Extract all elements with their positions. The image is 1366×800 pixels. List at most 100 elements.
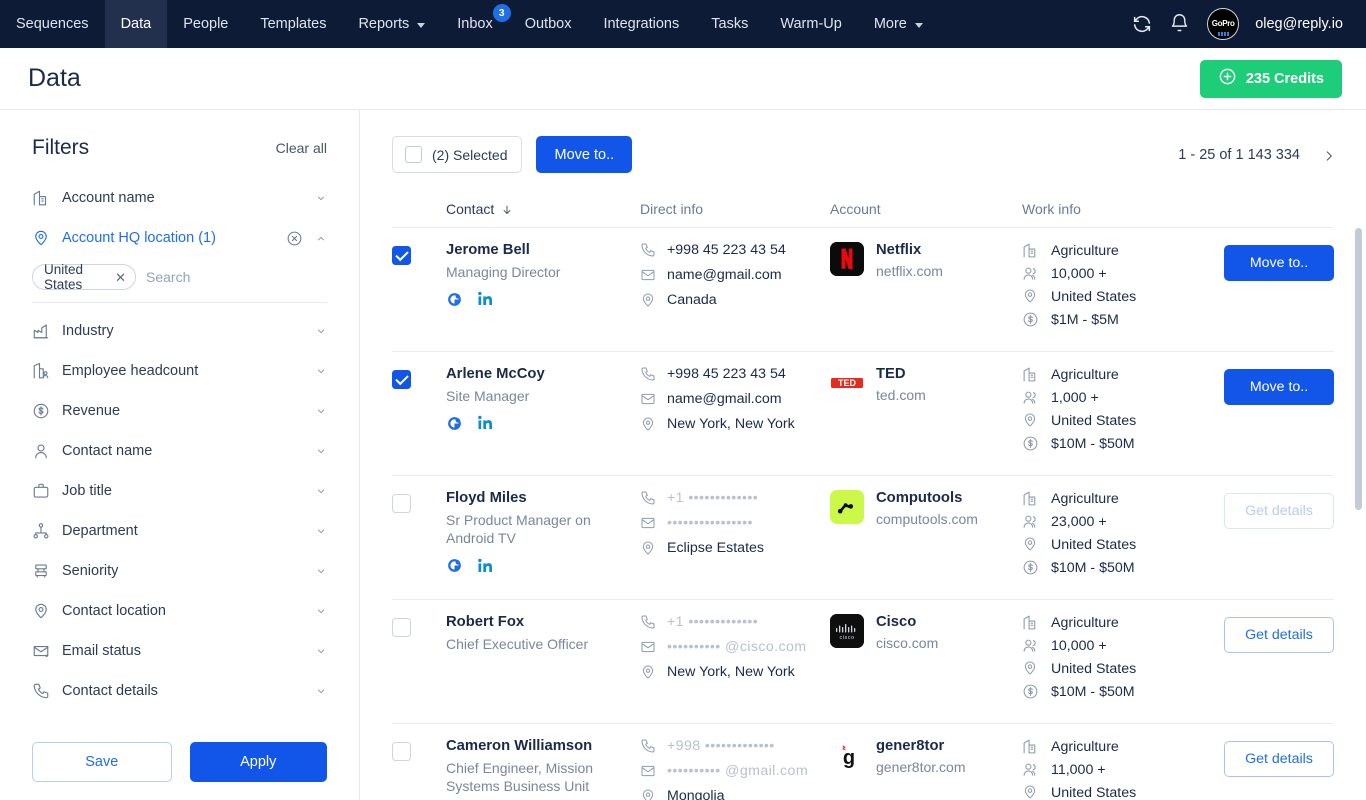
filter-item-account-hq-location-1-[interactable]: Account HQ location (1) — [32, 218, 327, 258]
chevron-down-icon[interactable] — [314, 527, 327, 535]
crm-icon[interactable] — [446, 291, 463, 308]
row-move-to-button[interactable]: Move to.. — [1224, 245, 1334, 281]
nav-item-templates[interactable]: Templates — [244, 0, 342, 48]
filter-controls — [314, 194, 327, 202]
row-checkbox[interactable] — [392, 742, 411, 761]
filter-item-department[interactable]: Department — [32, 511, 327, 551]
account-website[interactable]: netflix.com — [876, 263, 943, 279]
filter-item-employee-headcount[interactable]: Employee headcount — [32, 351, 327, 391]
nav-item-outbox[interactable]: Outbox — [509, 0, 588, 48]
sync-icon[interactable] — [1131, 13, 1153, 35]
nav-item-warm-up[interactable]: Warm-Up — [764, 0, 857, 48]
chevron-down-icon[interactable] — [314, 647, 327, 655]
account-name[interactable]: Computools — [876, 490, 978, 506]
account-website[interactable]: gener8tor.com — [876, 759, 966, 775]
account-website[interactable]: cisco.com — [876, 635, 938, 651]
avatar[interactable]: GoPro — [1207, 8, 1239, 40]
contact-name[interactable]: Cameron Williamson — [446, 738, 640, 754]
vertical-scrollbar[interactable] — [1355, 228, 1362, 510]
clear-filter-icon[interactable] — [286, 230, 302, 246]
chevron-down-icon — [417, 23, 425, 28]
location-pin-icon — [32, 229, 50, 247]
filter-item-contact-name[interactable]: Contact name — [32, 431, 327, 471]
row-checkbox[interactable] — [392, 246, 411, 265]
filter-label: Account HQ location (1) — [62, 230, 274, 246]
headcount-icon — [1022, 513, 1039, 530]
nav-item-label: Outbox — [525, 16, 572, 32]
filter-item-contact-location[interactable]: Contact location — [32, 591, 327, 631]
nav-item-data[interactable]: Data — [105, 0, 168, 48]
filter-tag-united-states[interactable]: United States✕ — [32, 264, 136, 290]
chevron-down-icon[interactable] — [314, 407, 327, 415]
org-chart-icon — [32, 522, 50, 540]
account-name[interactable]: TED — [876, 366, 926, 382]
row-get-details-button[interactable]: Get details — [1224, 617, 1334, 653]
nav-item-people[interactable]: People — [167, 0, 244, 48]
work-industry: Agriculture — [1022, 490, 1224, 507]
row-move-to-button[interactable]: Move to.. — [1224, 369, 1334, 405]
select-all-control[interactable]: (2) Selected — [392, 136, 522, 173]
row-checkbox[interactable] — [392, 494, 411, 513]
table-row: Robert Fox Chief Executive Officer +1 ••… — [392, 599, 1334, 723]
chevron-down-icon[interactable] — [314, 607, 327, 615]
sort-desc-icon[interactable] — [501, 203, 512, 216]
filter-label: Seniority — [62, 563, 302, 579]
select-all-checkbox[interactable] — [405, 146, 422, 163]
work-hq: United States — [1022, 536, 1224, 553]
linkedin-icon[interactable] — [477, 557, 495, 575]
hq-value: United States — [1051, 289, 1136, 305]
credits-button[interactable]: 235 Credits — [1200, 60, 1342, 98]
filter-item-seniority[interactable]: Seniority — [32, 551, 327, 591]
filter-item-industry[interactable]: Industry — [32, 311, 327, 351]
crm-icon[interactable] — [446, 557, 463, 574]
user-menu[interactable]: oleg@reply.io — [1255, 16, 1350, 32]
clear-all-button[interactable]: Clear all — [276, 140, 327, 156]
linkedin-icon[interactable] — [477, 290, 495, 308]
account-name[interactable]: Netflix — [876, 242, 943, 258]
filter-item-email-status[interactable]: Email status — [32, 631, 327, 671]
contact-title: Chief Executive Officer — [446, 635, 616, 653]
account-website[interactable]: computools.com — [876, 511, 978, 527]
filter-item-job-title[interactable]: Job title — [32, 471, 327, 511]
filter-label: Industry — [62, 323, 302, 339]
nav-item-tasks[interactable]: Tasks — [695, 0, 764, 48]
contact-name[interactable]: Floyd Miles — [446, 490, 640, 506]
chevron-down-icon[interactable] — [314, 194, 327, 202]
chevron-down-icon[interactable] — [314, 567, 327, 575]
nav-item-sequences[interactable]: Sequences — [0, 0, 105, 48]
chevron-down-icon[interactable] — [314, 447, 327, 455]
row-get-details-button[interactable]: Get details — [1224, 493, 1334, 529]
row-checkbox[interactable] — [392, 370, 411, 389]
account-name[interactable]: gener8tor — [876, 738, 966, 754]
header-contact[interactable]: Contact — [446, 201, 640, 217]
nav-item-inbox[interactable]: Inbox3 — [441, 0, 508, 48]
chevron-down-icon[interactable] — [314, 367, 327, 375]
row-get-details-button[interactable]: Get details — [1224, 741, 1334, 777]
account-cell: Netflix netflix.com — [830, 242, 1022, 335]
nav-item-integrations[interactable]: Integrations — [587, 0, 695, 48]
remove-tag-icon[interactable]: ✕ — [115, 271, 126, 284]
notification-bell-icon[interactable] — [1169, 13, 1191, 35]
linkedin-icon[interactable] — [477, 414, 495, 432]
filter-item-account-name[interactable]: Account name — [32, 178, 327, 218]
nav-item-more[interactable]: More — [858, 0, 939, 48]
account-name[interactable]: Cisco — [876, 614, 938, 630]
contact-name[interactable]: Robert Fox — [446, 614, 640, 630]
contact-name[interactable]: Arlene McCoy — [446, 366, 640, 382]
filter-item-contact-details[interactable]: Contact details — [32, 671, 327, 711]
save-button[interactable]: Save — [32, 742, 172, 782]
apply-button[interactable]: Apply — [190, 742, 328, 782]
chevron-down-icon[interactable] — [314, 687, 327, 695]
next-page-icon[interactable] — [1322, 147, 1334, 163]
row-checkbox[interactable] — [392, 618, 411, 637]
crm-icon[interactable] — [446, 415, 463, 432]
chevron-down-icon[interactable] — [314, 327, 327, 335]
contact-name[interactable]: Jerome Bell — [446, 242, 640, 258]
account-website[interactable]: ted.com — [876, 387, 926, 403]
chevron-up-icon[interactable] — [314, 234, 327, 242]
move-to-button[interactable]: Move to.. — [536, 136, 632, 173]
filter-item-revenue[interactable]: Revenue — [32, 391, 327, 431]
chevron-down-icon[interactable] — [314, 487, 327, 495]
nav-item-reports[interactable]: Reports — [342, 0, 441, 48]
filter-search-input[interactable] — [146, 269, 327, 285]
